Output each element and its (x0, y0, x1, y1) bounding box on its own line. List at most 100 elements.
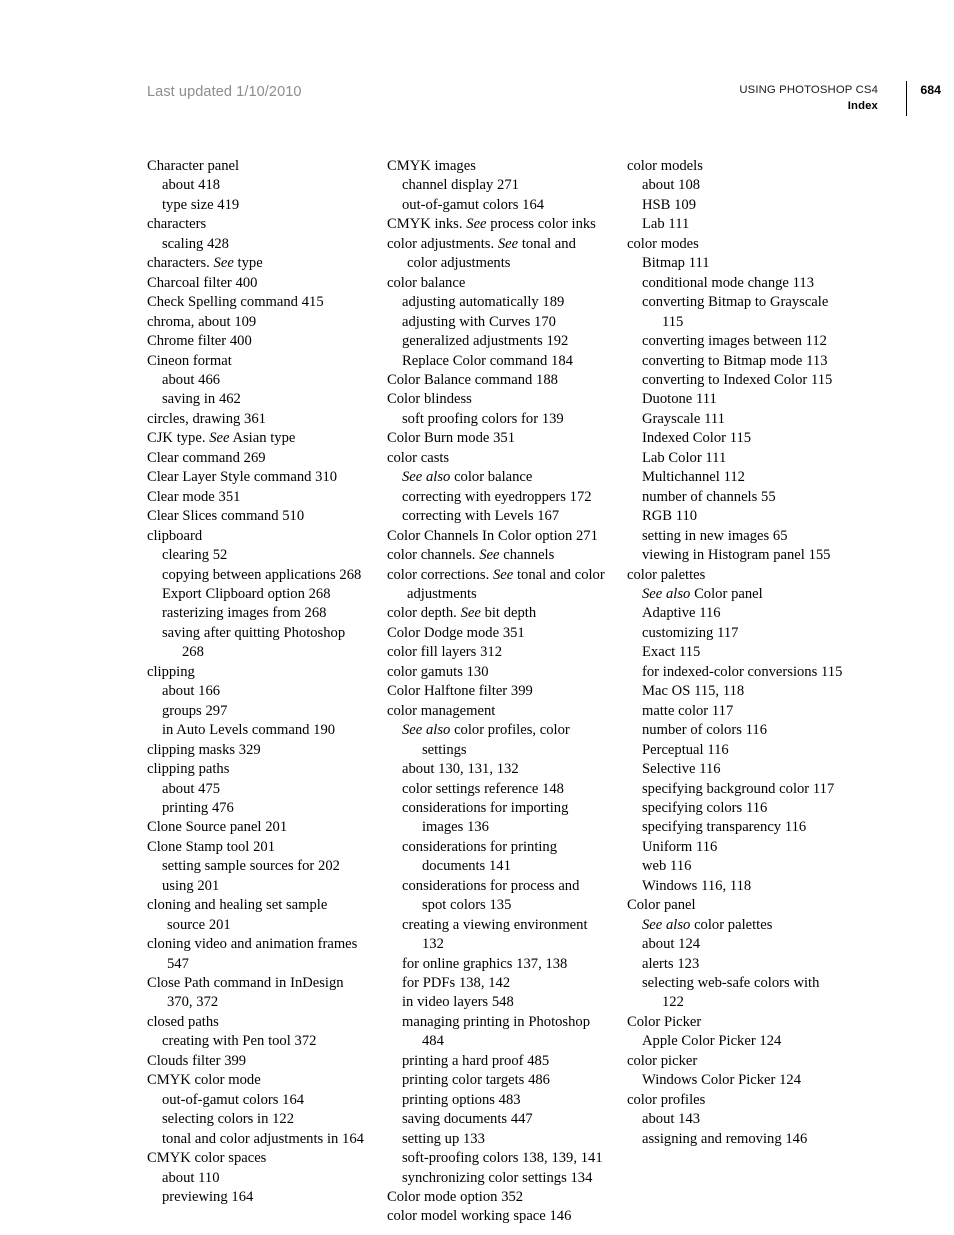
index-column-3: color models about 108 HSB 109 Lab 111 color… (627, 157, 845, 1149)
index-subentry: type size 419 (162, 196, 240, 213)
index-subentry: about 130, 131, 132 (402, 761, 519, 778)
index-subentry: viewing in Histogram panel 155 (642, 547, 831, 564)
index-subentry: in video layers 548 (402, 994, 514, 1011)
index-subentry: printing options 483 (402, 1091, 521, 1108)
index-entry: CJK type. See Asian type (147, 430, 296, 447)
index-subentry: printing 476 (162, 799, 234, 816)
index-entry: clipping paths (147, 761, 230, 778)
index-entry: color management (387, 702, 496, 719)
index-subentry: customizing 117 (642, 624, 739, 641)
index-subentry: generalized adjustments 192 (402, 333, 569, 350)
index-subentry: Replace Color command 184 (402, 352, 573, 369)
index-subentry: Windows 116, 118 (642, 877, 752, 894)
index-entry: cloning video and animation frames 547 (147, 936, 358, 972)
index-subentry: assigning and removing 146 (642, 1130, 808, 1147)
header-title-block: USING PHOTOSHOP CS4 Index (739, 82, 878, 114)
index-subentry: scaling 428 (162, 235, 229, 252)
index-entry: Cineon format (147, 352, 232, 369)
index-entry: color picker (627, 1052, 698, 1069)
index-column-1: Character panel about 418 type size 419 cha… (147, 157, 365, 1207)
index-subentry: See also color profiles, color settings (402, 722, 570, 758)
index-subentry: about 466 (162, 371, 221, 388)
index-subentry: saving after quitting Photoshop 268 (162, 624, 346, 661)
index-subentry: out-of-gamut colors 164 (162, 1091, 305, 1108)
index-entry: color balance (387, 274, 466, 291)
index-entry: CMYK inks. See process color inks (387, 216, 596, 233)
index-entry: clipping masks 329 (147, 741, 261, 758)
index-subentry: considerations for importing images 136 (402, 799, 569, 836)
index-subentry: out-of-gamut colors 164 (402, 196, 545, 213)
index-subentry: specifying colors 116 (642, 799, 768, 816)
index-subentry: color settings reference 148 (402, 780, 564, 797)
index-entry: Chrome filter 400 (147, 333, 252, 350)
index-subentry: selecting web-safe colors with 122 (642, 975, 820, 1011)
index-entry: Color panel (627, 897, 696, 914)
index-entry: Color blindess (387, 391, 472, 408)
index-subentry: about 166 (162, 683, 221, 700)
page-running-header: Last updated 1/10/2010 USING PHOTOSHOP C… (0, 0, 954, 130)
index-subentry: soft proofing colors for 139 (402, 410, 564, 427)
index-subentry: RGB 110 (642, 508, 698, 525)
index-subentry: about 108 (642, 177, 701, 194)
index-subentry: See also Color panel (642, 585, 763, 602)
index-subentry: correcting with Levels 167 (402, 508, 560, 525)
index-entry: characters (147, 216, 207, 233)
index-subentry: Exact 115 (642, 644, 701, 661)
index-subentry: saving in 462 (162, 391, 241, 408)
index-entry: color modes (627, 235, 699, 252)
index-entry: clipboard (147, 527, 203, 544)
index-subentry: converting to Bitmap mode 113 (642, 352, 828, 369)
index-entry: Color Channels In Color option 271 (387, 527, 598, 544)
index-subentry: number of colors 116 (642, 722, 767, 739)
index-subentry: about 475 (162, 780, 221, 797)
section-name: Index (847, 100, 878, 112)
index-entry: Color Balance command 188 (387, 371, 558, 388)
index-subentry: creating a viewing environment 132 (402, 916, 588, 953)
index-subentry: Bitmap 111 (642, 255, 710, 272)
last-updated-text: Last updated 1/10/2010 (147, 84, 302, 100)
index-entry: color adjustments. See tonal and color a… (387, 235, 576, 272)
index-entry: Clear Layer Style command 310 (147, 469, 338, 486)
index-subentry: tonal and color adjustments in 164 (162, 1130, 364, 1147)
index-subentry: about 124 (642, 936, 701, 953)
index-subentry: specifying background color 117 (642, 780, 835, 797)
index-subentry: conditional mode change 113 (642, 274, 814, 291)
index-subentry: managing printing in Photoshop 484 (402, 1013, 590, 1050)
index-columns-container: Character panel about 418 type size 419 cha… (147, 157, 907, 1227)
index-subentry: about 418 (162, 177, 221, 194)
index-entry: color model working space 146 (387, 1208, 572, 1225)
index-entry: Check Spelling command 415 (147, 294, 324, 311)
index-entry: color palettes (627, 566, 706, 583)
index-subentry: web 116 (642, 858, 692, 875)
index-entry: color depth. See bit depth (387, 605, 537, 622)
index-entry: color channels. See channels (387, 547, 555, 564)
index-entry: color fill layers 312 (387, 644, 502, 661)
index-subentry: converting images between 112 (642, 333, 827, 350)
index-entry: Clone Source panel 201 (147, 819, 288, 836)
index-subentry: Perceptual 116 (642, 741, 729, 758)
index-entry: Color mode option 352 (387, 1189, 524, 1206)
index-entry: chroma, about 109 (147, 313, 257, 330)
index-subentry: considerations for process and spot colo… (402, 877, 580, 914)
index-entry: Clouds filter 399 (147, 1052, 247, 1069)
index-subentry: specifying transparency 116 (642, 819, 807, 836)
index-entry: cloning and healing set sample source 20… (147, 897, 328, 933)
index-entry: Color Halftone filter 399 (387, 683, 533, 700)
index-subentry: Duotone 111 (642, 391, 717, 408)
index-entry: Color Picker (627, 1013, 702, 1030)
index-subentry: Export Clipboard option 268 (162, 585, 331, 602)
index-subentry: See also color palettes (642, 916, 773, 933)
page-number: 684 (920, 83, 941, 97)
index-subentry: for online graphics 137, 138 (402, 955, 568, 972)
index-subentry: adjusting automatically 189 (402, 294, 565, 311)
index-entry: closed paths (147, 1013, 219, 1030)
index-subentry: Indexed Color 115 (642, 430, 752, 447)
index-subentry: matte color 117 (642, 702, 734, 719)
index-subentry: in Auto Levels command 190 (162, 722, 336, 739)
index-subentry: Lab 111 (642, 216, 690, 233)
index-entry: Charcoal filter 400 (147, 274, 258, 291)
index-entry: color casts (387, 449, 450, 466)
index-entry: CMYK color spaces (147, 1150, 267, 1167)
document-title: USING PHOTOSHOP CS4 (739, 84, 878, 96)
index-subentry: HSB 109 (642, 196, 697, 213)
